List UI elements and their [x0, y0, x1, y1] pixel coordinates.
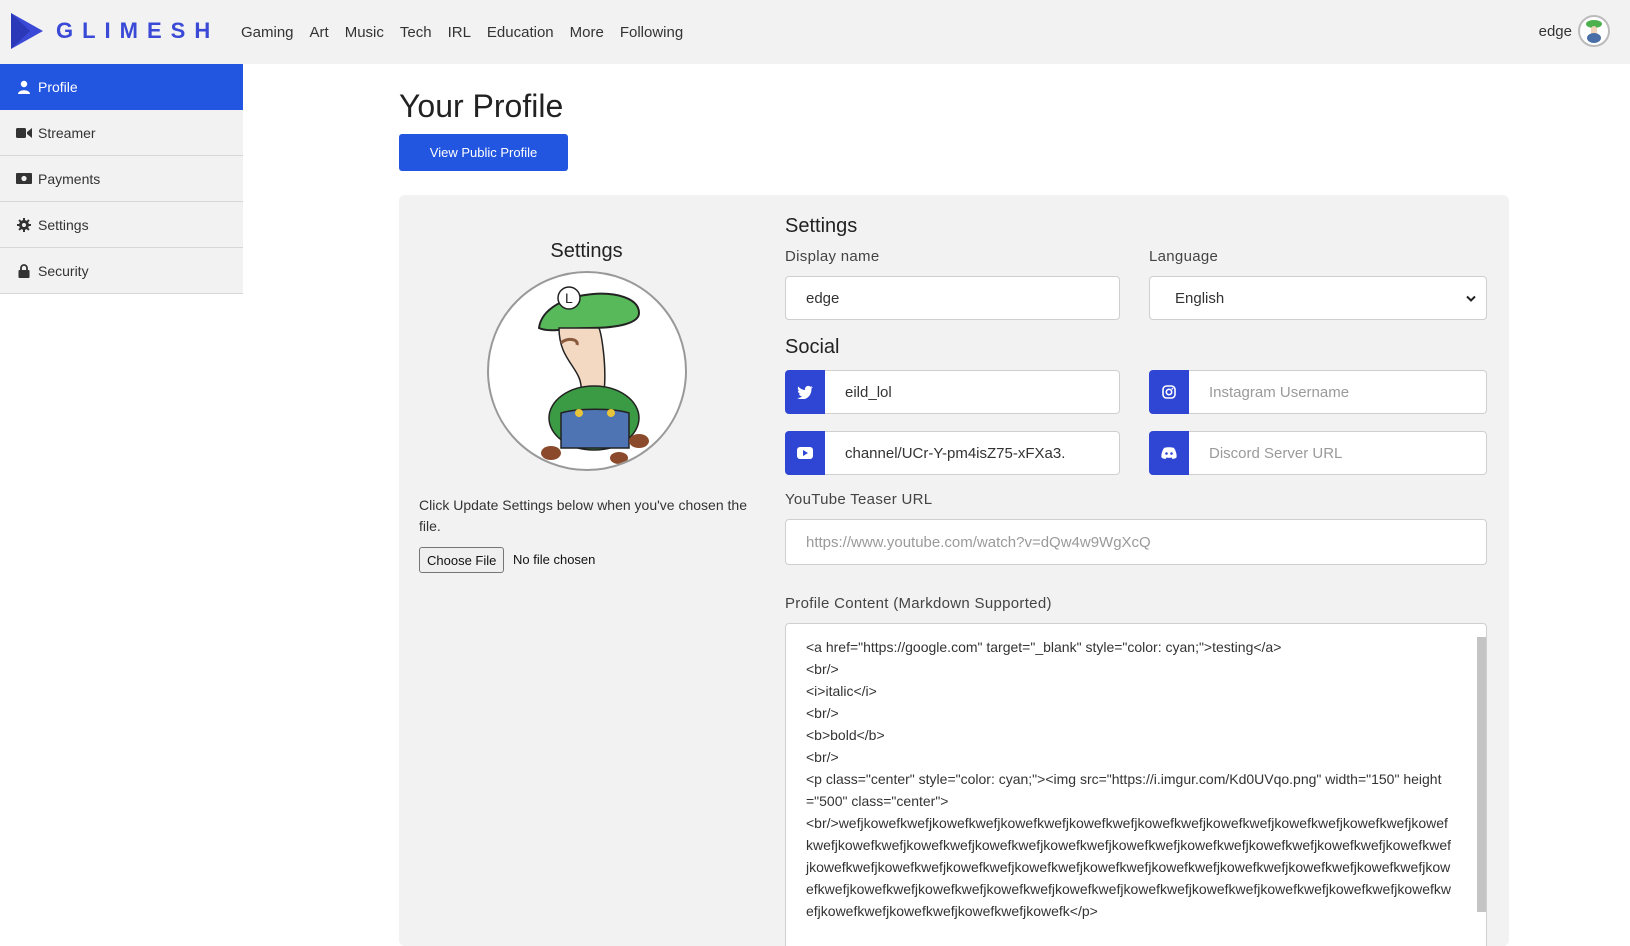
lock-icon [16, 263, 32, 279]
view-public-profile-button[interactable]: View Public Profile [399, 134, 568, 171]
user-icon [16, 79, 32, 95]
sidebar-item-streamer[interactable]: Streamer [0, 110, 243, 156]
money-icon [16, 171, 32, 187]
nav-irl[interactable]: IRL [448, 24, 471, 41]
avatar-panel-title: Settings [550, 240, 623, 262]
avatar-image [1586, 20, 1602, 43]
language-select[interactable]: English [1149, 276, 1487, 320]
sidebar-item-profile[interactable]: Profile [0, 64, 243, 110]
twitter-icon [785, 370, 825, 414]
textarea-scrollbar[interactable] [1477, 637, 1486, 912]
twitter-group: eild_lol [785, 370, 1120, 414]
avatar-image: L [537, 286, 649, 464]
sidebar-item-label: Profile [38, 79, 78, 95]
sidebar-item-security[interactable]: Security [0, 248, 243, 294]
instagram-group: Instagram Username [1149, 370, 1487, 414]
youtube-teaser-input[interactable]: https://www.youtube.com/watch?v=dQw4w9Wg… [785, 519, 1487, 565]
user-name: edge [1538, 22, 1572, 40]
profile-avatar: L [487, 271, 687, 471]
nav-following[interactable]: Following [620, 24, 683, 41]
svg-text:L: L [565, 290, 573, 306]
top-nav-bar: GLIMESH Gaming Art Music Tech IRL Educat… [0, 0, 1630, 64]
page-title: Your Profile [399, 88, 564, 124]
display-name-label: Display name [785, 248, 880, 265]
sidebar-item-label: Security [38, 262, 89, 279]
avatar[interactable] [1578, 15, 1610, 47]
gear-icon [16, 217, 32, 233]
twitter-input[interactable]: eild_lol [825, 370, 1120, 414]
youtube-icon [785, 431, 825, 475]
sidebar-item-label: Streamer [38, 124, 96, 141]
sidebar-item-settings[interactable]: Settings [0, 202, 243, 248]
chevron-down-icon [1466, 290, 1476, 307]
user-menu[interactable]: edge [1539, 13, 1610, 49]
display-name-input[interactable]: edge [785, 276, 1120, 320]
settings-sidebar: Profile Streamer Payments Settings Secur… [0, 64, 243, 294]
nav-gaming[interactable]: Gaming [241, 24, 294, 41]
video-camera-icon [16, 125, 32, 141]
nav-music[interactable]: Music [345, 24, 384, 41]
discord-input[interactable]: Discord Server URL [1189, 431, 1487, 475]
profile-content-textarea[interactable]: <a href="https://google.com" target="_bl… [785, 623, 1487, 946]
youtube-input[interactable]: channel/UCr-Y-pm4isZ75-xFXa3. [825, 431, 1120, 475]
nav-art[interactable]: Art [310, 24, 329, 41]
teaser-label: YouTube Teaser URL [785, 491, 933, 508]
profile-settings-card: Settings L Click Update Settings below w… [399, 195, 1509, 946]
discord-group: Discord Server URL [1149, 431, 1487, 475]
upload-hint: Click Update Settings below when you've … [419, 497, 747, 534]
nav-tech[interactable]: Tech [400, 24, 432, 41]
sidebar-item-label: Payments [38, 170, 101, 187]
nav-education[interactable]: Education [487, 24, 554, 41]
nav-more[interactable]: More [570, 24, 604, 41]
file-status: No file chosen [513, 552, 596, 567]
discord-icon [1149, 431, 1189, 475]
language-label: Language [1149, 248, 1219, 265]
settings-heading: Settings [785, 215, 858, 237]
choose-file-button[interactable]: Choose File [419, 547, 505, 573]
category-nav: Gaming Art Music Tech IRL Education More… [241, 0, 699, 64]
social-heading: Social [785, 336, 840, 358]
language-selected: English [1175, 289, 1225, 307]
youtube-group: channel/UCr-Y-pm4isZ75-xFXa3. [785, 431, 1120, 475]
logo-text: GLIMESH [56, 18, 220, 43]
sidebar-item-payments[interactable]: Payments [0, 156, 243, 202]
profile-content-label: Profile Content (Markdown Supported) [785, 595, 1052, 612]
sidebar-item-label: Settings [38, 216, 89, 233]
logo-triangle-icon [11, 13, 43, 49]
instagram-input[interactable]: Instagram Username [1189, 370, 1487, 414]
instagram-icon [1149, 370, 1189, 414]
glimesh-logo[interactable]: GLIMESH [10, 13, 219, 49]
